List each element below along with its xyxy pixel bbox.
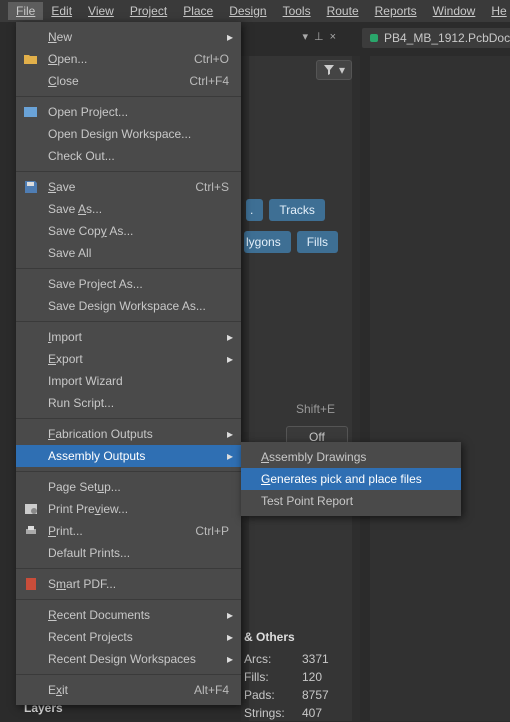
pcb-doc-icon bbox=[370, 34, 378, 42]
menu-print[interactable]: Print...Ctrl+P bbox=[16, 520, 241, 542]
menu-export[interactable]: Export▸ bbox=[16, 348, 241, 370]
tag-partial-1[interactable]: . bbox=[246, 199, 263, 221]
file-menu-dropdown: New▸ Open...Ctrl+O CloseCtrl+F4 Open Pro… bbox=[16, 22, 241, 705]
menu-save[interactable]: SaveCtrl+S bbox=[16, 176, 241, 198]
menu-project[interactable]: Project bbox=[122, 2, 175, 20]
document-tab[interactable]: PB4_MB_1912.PcbDoc bbox=[362, 28, 510, 48]
menu-save-as[interactable]: Save As... bbox=[16, 198, 241, 220]
stat-pads: Pads:8757 bbox=[244, 686, 342, 704]
menu-place[interactable]: Place bbox=[175, 2, 221, 20]
menu-open[interactable]: Open...Ctrl+O bbox=[16, 48, 241, 70]
chevron-down-icon: ▾ bbox=[339, 63, 345, 77]
menu-default-prints[interactable]: Default Prints... bbox=[16, 542, 241, 564]
menu-save-workspace-as[interactable]: Save Design Workspace As... bbox=[16, 295, 241, 317]
menu-route[interactable]: Route bbox=[319, 2, 367, 20]
menu-import-wizard[interactable]: Import Wizard bbox=[16, 370, 241, 392]
menu-save-copy-as[interactable]: Save Copy As... bbox=[16, 220, 241, 242]
menu-fabrication-outputs[interactable]: Fabrication Outputs▸ bbox=[16, 423, 241, 445]
menu-view[interactable]: View bbox=[80, 2, 122, 20]
menu-open-workspace[interactable]: Open Design Workspace... bbox=[16, 123, 241, 145]
panel-pin-icon[interactable]: ⊥ bbox=[314, 30, 324, 43]
menu-open-project[interactable]: Open Project... bbox=[16, 101, 241, 123]
stat-arcs: Arcs:3371 bbox=[244, 650, 342, 668]
menu-close[interactable]: CloseCtrl+F4 bbox=[16, 70, 241, 92]
printer-icon bbox=[22, 523, 40, 539]
pdf-icon bbox=[22, 576, 40, 592]
funnel-icon bbox=[323, 64, 335, 76]
panel-dropdown-icon[interactable]: ▾ bbox=[302, 30, 308, 43]
submenu-test-point-report[interactable]: Test Point Report bbox=[241, 490, 461, 512]
menu-save-all[interactable]: Save All bbox=[16, 242, 241, 264]
folder-open-icon bbox=[22, 51, 40, 67]
tag-fills[interactable]: Fills bbox=[297, 231, 338, 253]
menu-tools[interactable]: Tools bbox=[275, 2, 319, 20]
menu-check-out[interactable]: Check Out... bbox=[16, 145, 241, 167]
menubar: File Edit View Project Place Design Tool… bbox=[0, 0, 510, 22]
menu-new[interactable]: New▸ bbox=[16, 26, 241, 48]
panel-close-icon[interactable]: × bbox=[330, 31, 336, 43]
menu-import[interactable]: Import▸ bbox=[16, 326, 241, 348]
project-icon bbox=[22, 104, 40, 120]
panel-background bbox=[241, 56, 360, 721]
menu-help[interactable]: He bbox=[483, 2, 510, 20]
menu-edit[interactable]: Edit bbox=[43, 2, 80, 20]
tab-label: PB4_MB_1912.PcbDoc bbox=[384, 31, 510, 45]
menu-save-project-as[interactable]: Save Project As... bbox=[16, 273, 241, 295]
menu-page-setup[interactable]: Page Setup... bbox=[16, 476, 241, 498]
menu-assembly-outputs[interactable]: Assembly Outputs▸ bbox=[16, 445, 241, 467]
print-preview-icon bbox=[22, 501, 40, 517]
stats-section: & Others Arcs:3371 Fills:120 Pads:8757 S… bbox=[244, 624, 342, 722]
stat-fills: Fills:120 bbox=[244, 668, 342, 686]
stat-strings: Strings:407 bbox=[244, 704, 342, 722]
menu-file[interactable]: File bbox=[8, 2, 43, 20]
tag-tracks[interactable]: Tracks bbox=[269, 199, 325, 221]
menu-recent-workspaces[interactable]: Recent Design Workspaces▸ bbox=[16, 648, 241, 670]
menu-run-script[interactable]: Run Script... bbox=[16, 392, 241, 414]
tag-row-1: . Tracks bbox=[246, 199, 325, 221]
menu-design[interactable]: Design bbox=[221, 2, 274, 20]
menu-reports[interactable]: Reports bbox=[367, 2, 425, 20]
menu-recent-documents[interactable]: Recent Documents▸ bbox=[16, 604, 241, 626]
menu-exit[interactable]: ExitAlt+F4 bbox=[16, 679, 241, 701]
filter-button[interactable]: ▾ bbox=[316, 60, 352, 80]
panel-controls: ▾ ⊥ × bbox=[302, 30, 336, 43]
selection-shortcut: Shift+E bbox=[296, 402, 335, 416]
submenu-pick-and-place[interactable]: Generates pick and place files bbox=[241, 468, 461, 490]
assembly-outputs-submenu: Assembly Drawings Generates pick and pla… bbox=[241, 442, 461, 516]
menu-smart-pdf[interactable]: Smart PDF... bbox=[16, 573, 241, 595]
tag-row-2: lygons Fills bbox=[244, 231, 338, 253]
stats-title: & Others bbox=[244, 630, 342, 644]
save-icon bbox=[22, 179, 40, 195]
tag-polygons[interactable]: lygons bbox=[244, 231, 291, 253]
menu-window[interactable]: Window bbox=[425, 2, 484, 20]
submenu-assembly-drawings[interactable]: Assembly Drawings bbox=[241, 446, 461, 468]
menu-print-preview[interactable]: Print Preview... bbox=[16, 498, 241, 520]
menu-recent-projects[interactable]: Recent Projects▸ bbox=[16, 626, 241, 648]
editor-area bbox=[370, 56, 510, 721]
